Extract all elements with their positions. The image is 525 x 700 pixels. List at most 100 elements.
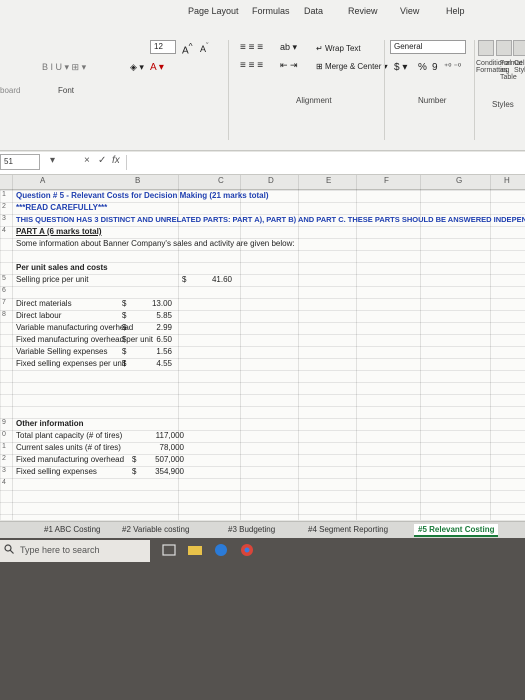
cost-item-value[interactable]: 13.00 [142,299,172,308]
cell-styles-icon[interactable] [513,40,525,56]
font-size-value: 12 [154,42,163,51]
row-number[interactable]: 8 [2,311,6,318]
cost-item-label: Fixed selling expenses per unit [16,359,126,368]
row-number[interactable]: 0 [2,431,6,438]
tab-page-layout[interactable]: Page Layout [188,6,239,16]
orientation-icon[interactable]: ab ▾ [280,42,297,53]
cost-item-value[interactable]: 4.55 [142,359,172,368]
edge-browser-icon[interactable] [212,541,230,559]
column-headers: A B C D E F G H [0,175,525,190]
cost-item-label: Variable Selling expenses [16,347,108,356]
row-number[interactable]: 2 [2,203,6,210]
per-unit-heading: Per unit sales and costs [16,263,108,272]
cancel-icon[interactable]: × [84,155,90,166]
row-number[interactable]: 1 [2,191,6,198]
enter-icon[interactable]: ✓ [98,155,106,166]
column-header-h[interactable]: H [504,176,510,185]
format-table-label[interactable]: Format as Table [500,60,522,81]
name-box-dropdown-icon[interactable]: ▾ [50,155,55,166]
row-number[interactable]: 9 [2,419,6,426]
row-number[interactable]: 2 [2,455,6,462]
cost-item-label: Direct labour [16,311,62,320]
wrap-text-button[interactable]: ↵ Wrap Text [316,44,361,53]
sheet-tab-abc-costing[interactable]: #1 ABC Costing [40,524,104,535]
other-item-label: Fixed manufacturing overhead [16,455,125,464]
column-header-a[interactable]: A [40,176,45,185]
increase-font-icon[interactable]: A^ [182,41,193,56]
selling-price-value[interactable]: 41.60 [202,275,232,284]
sheet-tab-bar: #1 ABC Costing #2 Variable costing #3 Bu… [0,521,525,538]
cost-item-value[interactable]: 1.56 [142,347,172,356]
column-header-b[interactable]: B [135,176,140,185]
sheet-tab-segment-reporting[interactable]: #4 Segment Reporting [304,524,392,535]
row-number[interactable]: 5 [2,275,6,282]
file-explorer-icon[interactable] [186,541,204,559]
fill-color-icon[interactable]: ◈ ▾ [130,62,144,73]
column-header-g[interactable]: G [456,176,462,185]
part-a-heading: PART A (6 marks total) [16,227,102,236]
other-item-symbol: $ [132,455,137,464]
column-header-d[interactable]: D [268,176,274,185]
taskbar-search-box[interactable]: Type here to search [0,540,150,562]
cost-item-symbol: $ [122,359,127,368]
left-align-icon[interactable]: ≡ ≡ ≡ [240,60,263,71]
font-size-select[interactable]: 12 [150,40,176,54]
sheet-tab-budgeting[interactable]: #3 Budgeting [224,524,279,535]
number-format-select[interactable]: General [390,40,466,54]
other-item-label: Fixed selling expenses [16,467,97,476]
currency-button[interactable]: $ ▾ [394,62,407,73]
formula-input[interactable] [126,155,523,170]
cost-item-value[interactable]: 2.99 [142,323,172,332]
font-color-icon[interactable]: A ▾ [150,62,164,73]
column-header-c[interactable]: C [218,176,224,185]
row-number[interactable]: 3 [2,467,6,474]
bold-italic-underline-icons[interactable]: B I U ▾ ⊞ ▾ [42,62,86,73]
column-header-e[interactable]: E [326,176,331,185]
format-table-icon[interactable] [496,40,512,56]
chrome-browser-icon[interactable] [238,541,256,559]
other-item-value[interactable]: 507,000 [150,455,184,464]
ribbon-separator [474,40,475,140]
other-item-value[interactable]: 117,000 [150,431,184,440]
merge-center-button[interactable]: ⊞ Merge & Center ▾ [316,62,388,71]
tab-formulas[interactable]: Formulas [252,6,290,16]
comma-button[interactable]: 9 [432,62,438,73]
indent-icon[interactable]: ⇤ ⇥ [280,60,298,71]
column-header-f[interactable]: F [384,176,389,185]
task-view-icon[interactable] [160,541,178,559]
search-icon [4,544,14,554]
number-format-value: General [394,42,423,51]
sheet-tab-relevant-costing[interactable]: #5 Relevant Costing [414,524,499,537]
row-number[interactable]: 3 [2,215,6,222]
ribbon-separator [228,40,229,140]
gridline [420,175,421,520]
alignment-group-label: Alignment [296,96,332,105]
conditional-formatting-icon[interactable] [478,40,494,56]
row-number[interactable]: 4 [2,227,6,234]
sheet-tab-variable-costing[interactable]: #2 Variable costing [118,524,193,535]
top-align-icon[interactable]: ≡ ≡ ≡ [240,42,263,53]
cost-item-value[interactable]: 6.50 [142,335,172,344]
tab-help[interactable]: Help [446,6,465,16]
gridline [356,175,357,520]
tab-data[interactable]: Data [304,6,323,16]
other-item-label: Total plant capacity (# of tires) [16,431,123,440]
other-item-value[interactable]: 354,900 [150,467,184,476]
row-number[interactable]: 6 [2,287,6,294]
percent-button[interactable]: % [418,62,427,73]
tab-review[interactable]: Review [348,6,378,16]
row-number[interactable]: 4 [2,479,6,486]
row-number[interactable]: 1 [2,443,6,450]
fx-icon[interactable]: fx [112,155,120,166]
cost-item-value[interactable]: 5.85 [142,311,172,320]
decrease-font-icon[interactable]: Aˇ [200,41,209,54]
tab-view[interactable]: View [400,6,419,16]
excel-window: Page Layout Formulas Data Review View He… [0,0,525,700]
decimal-buttons-icon[interactable]: ⁺⁰ ⁻⁰ [444,62,461,71]
other-item-value[interactable]: 78,000 [150,443,184,452]
name-box[interactable]: 51 [0,154,40,170]
clipboard-group-label: board [0,86,21,95]
cost-item-symbol: $ [122,323,127,332]
row-number[interactable]: 7 [2,299,6,306]
cell-styles-label[interactable]: Cell Styles [514,60,525,74]
